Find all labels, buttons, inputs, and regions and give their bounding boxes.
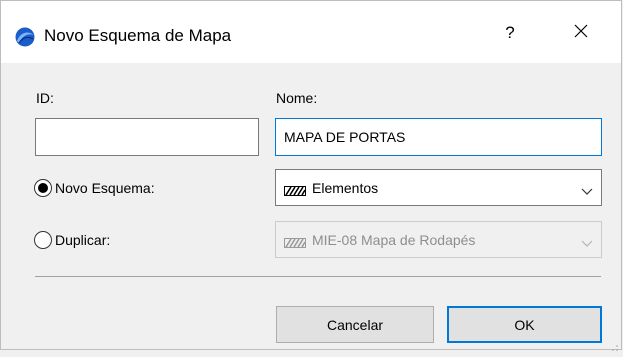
help-button[interactable]: ?: [490, 13, 530, 53]
name-input[interactable]: MAPA DE PORTAS: [275, 118, 602, 156]
duplicate-radio[interactable]: [34, 231, 52, 249]
id-label: ID:: [36, 90, 54, 106]
duplicate-select[interactable]: MIE-08 Mapa de Rodapés: [275, 221, 602, 258]
new-scheme-radio-option[interactable]: Novo Esquema:: [34, 179, 155, 197]
name-label: Nome:: [276, 90, 318, 106]
new-scheme-label: Novo Esquema:: [55, 180, 155, 196]
id-input[interactable]: [35, 118, 259, 156]
chevron-down-icon: [581, 235, 593, 247]
close-button[interactable]: [558, 13, 604, 53]
duplicate-radio-option[interactable]: Duplicar:: [34, 231, 110, 249]
window-title: Novo Esquema de Mapa: [44, 26, 232, 45]
cancel-button[interactable]: Cancelar: [276, 306, 434, 343]
duplicate-select-value: MIE-08 Mapa de Rodapés: [312, 231, 476, 248]
new-map-scheme-dialog: Novo Esquema de Mapa ? ID: Nome: MAPA DE…: [0, 0, 622, 351]
ok-button[interactable]: OK: [447, 306, 602, 343]
close-icon: [574, 24, 588, 43]
title-bar: Novo Esquema de Mapa ?: [1, 1, 621, 63]
new-scheme-select[interactable]: Elementos: [275, 169, 602, 206]
resize-grip-icon[interactable]: [611, 339, 619, 351]
archicad-app-icon: [15, 27, 35, 47]
hatch-pattern-icon: [284, 235, 306, 248]
duplicate-label: Duplicar:: [55, 232, 111, 248]
separator-line: [35, 276, 601, 277]
chevron-down-icon: [581, 183, 593, 195]
new-scheme-select-value: Elementos: [312, 179, 379, 196]
new-scheme-radio[interactable]: [34, 179, 52, 197]
hatch-pattern-icon: [284, 183, 306, 196]
